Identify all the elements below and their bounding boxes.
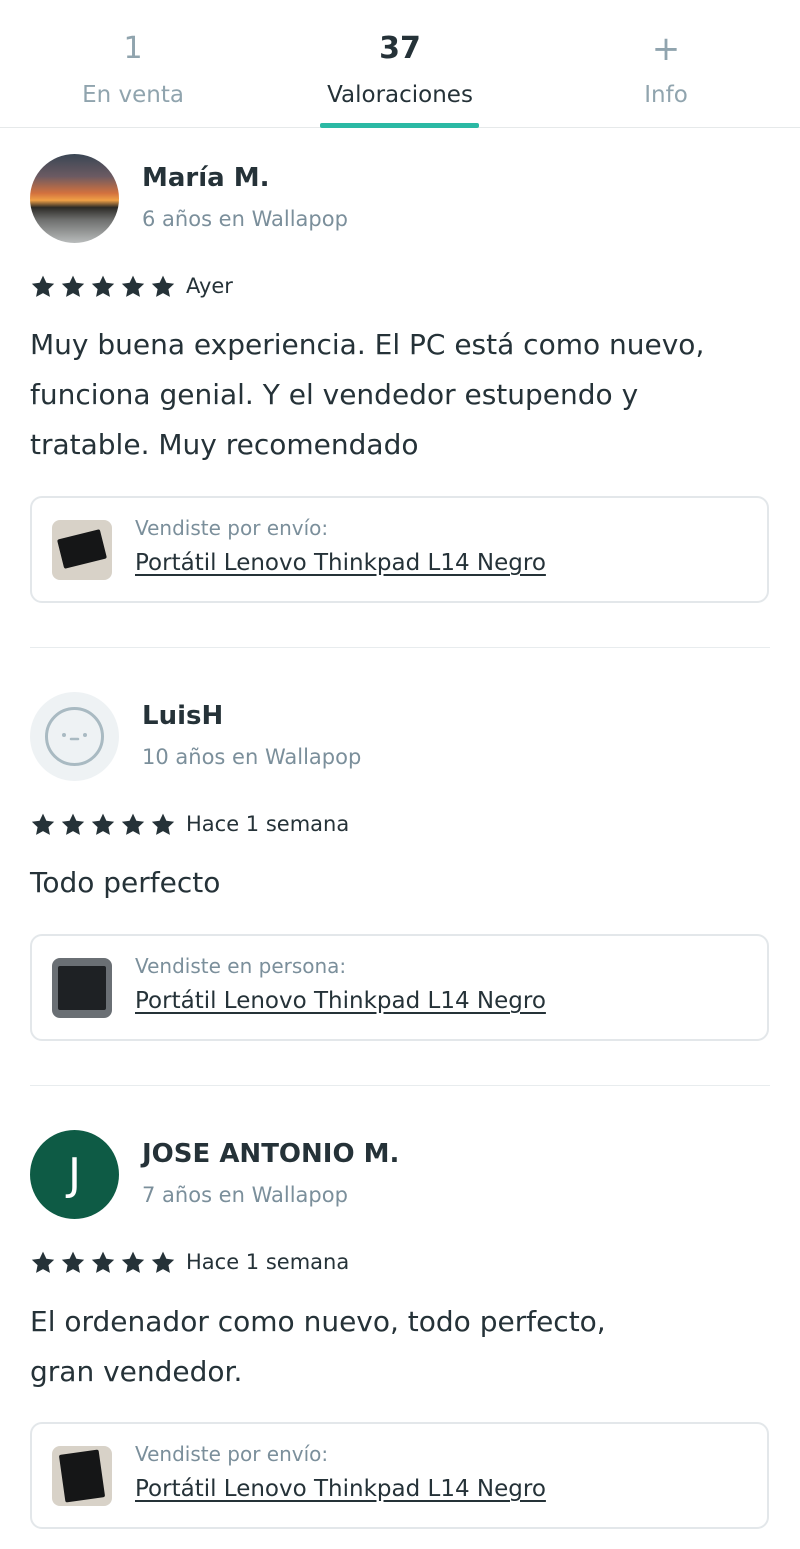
reviewer-name[interactable]: María M. (142, 163, 270, 193)
review-text-line: funciona genial. Y el vendedor estupendo… (30, 378, 639, 411)
tab-count: 37 (379, 31, 421, 66)
sale-method: Vendiste por envío: (135, 516, 329, 540)
tab-info[interactable]: + Info (586, 0, 746, 128)
review-text: Todo perfecto (30, 858, 750, 908)
star-icon (31, 275, 55, 297)
sold-item-card[interactable]: Vendiste en persona: Portátil Lenovo Thi… (30, 934, 769, 1041)
sale-method: Vendiste en persona: (135, 954, 347, 978)
review-text-line: tratable. Muy recomendado (30, 428, 419, 461)
reviewer-name[interactable]: JOSE ANTONIO M. (142, 1139, 399, 1169)
review-text-line: gran vendedor. (30, 1355, 243, 1388)
star-rating (30, 1250, 176, 1276)
star-icon (91, 813, 115, 835)
review-text-line: Todo perfecto (30, 866, 221, 899)
divider (30, 1085, 770, 1086)
sold-item-card[interactable]: Vendiste por envío: Portátil Lenovo Thin… (30, 1422, 769, 1529)
default-face-icon (45, 707, 104, 766)
tab-valoraciones[interactable]: 37 Valoraciones (300, 0, 500, 128)
star-icon (151, 275, 175, 297)
review-date: Ayer (186, 274, 233, 298)
profile-tabs: 1 En venta 37 Valoraciones + Info (0, 0, 800, 128)
review-text-line: El ordenador como nuevo, todo perfecto, (30, 1305, 606, 1338)
member-since: 6 años en Wallapop (142, 207, 348, 231)
star-rating (30, 812, 176, 838)
review-text-line: Muy buena experiencia. El PC está como n… (30, 328, 705, 361)
star-icon (31, 813, 55, 835)
avatar[interactable] (30, 154, 119, 243)
tab-label: Info (644, 82, 688, 108)
active-tab-indicator (320, 123, 479, 128)
divider (30, 647, 770, 648)
tab-en-venta[interactable]: 1 En venta (53, 0, 213, 128)
review-date: Hace 1 semana (186, 1250, 350, 1274)
item-thumbnail (52, 520, 112, 580)
avatar[interactable]: J (30, 1130, 119, 1219)
star-icon (91, 1251, 115, 1273)
reviewer-name[interactable]: LuisH (142, 701, 223, 731)
star-rating (30, 274, 176, 300)
review-text: Muy buena experiencia. El PC está como n… (30, 320, 750, 470)
star-icon (31, 1251, 55, 1273)
star-icon (61, 275, 85, 297)
item-thumbnail (52, 1446, 112, 1506)
item-thumbnail (52, 958, 112, 1018)
member-since: 7 años en Wallapop (142, 1183, 348, 1207)
star-icon (121, 1251, 145, 1273)
star-icon (121, 275, 145, 297)
tab-label: Valoraciones (327, 82, 473, 108)
item-title-link[interactable]: Portátil Lenovo Thinkpad L14 Negro (135, 1476, 546, 1502)
member-since: 10 años en Wallapop (142, 745, 362, 769)
star-icon (151, 1251, 175, 1273)
item-title-link[interactable]: Portátil Lenovo Thinkpad L14 Negro (135, 550, 546, 576)
star-icon (121, 813, 145, 835)
tab-count: 1 (123, 31, 143, 66)
review-text: El ordenador como nuevo, todo perfecto, … (30, 1297, 750, 1397)
star-icon (61, 813, 85, 835)
star-icon (91, 275, 115, 297)
item-title-link[interactable]: Portátil Lenovo Thinkpad L14 Negro (135, 988, 546, 1014)
star-icon (61, 1251, 85, 1273)
tab-label: En venta (82, 82, 184, 108)
sale-method: Vendiste por envío: (135, 1442, 329, 1466)
plus-icon: + (651, 29, 681, 69)
review-date: Hace 1 semana (186, 812, 350, 836)
star-icon (151, 813, 175, 835)
sold-item-card[interactable]: Vendiste por envío: Portátil Lenovo Thin… (30, 496, 769, 603)
avatar[interactable] (30, 692, 119, 781)
